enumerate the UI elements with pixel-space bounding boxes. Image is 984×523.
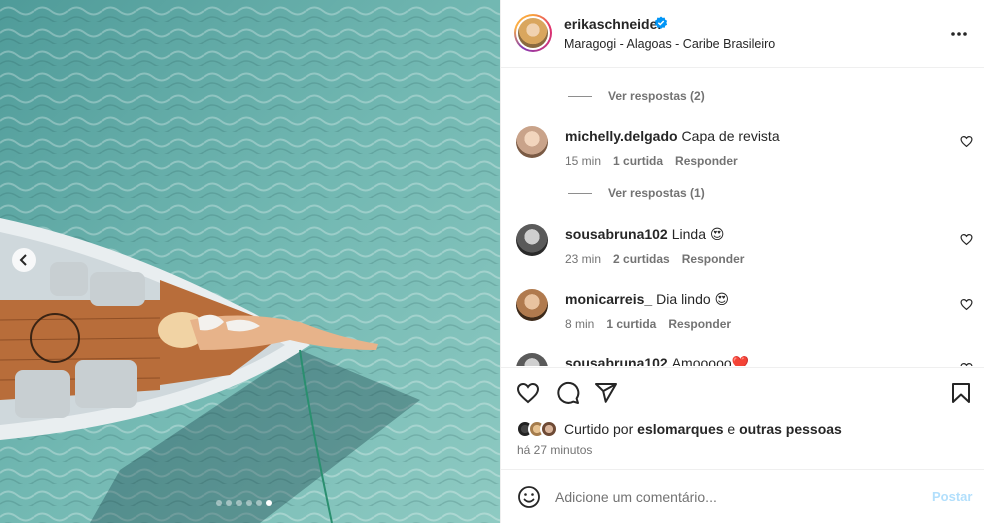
post-header: erikaschneider Maragogi - Alagoas - Cari… [501, 0, 984, 68]
view-replies-label: Ver respostas (1) [608, 186, 705, 200]
comment-text: Dia lindo 😍 [656, 291, 730, 307]
share-icon[interactable] [594, 381, 618, 405]
heart-icon[interactable] [960, 362, 973, 366]
bookmark-icon[interactable] [949, 381, 973, 405]
commenter-avatar[interactable] [516, 353, 548, 366]
liked-others[interactable]: outras pessoas [739, 421, 842, 437]
author-username[interactable]: erikaschneider [564, 16, 663, 32]
carousel-dot [256, 500, 262, 506]
verified-badge-icon [654, 16, 668, 29]
comment-likes[interactable]: 1 curtida [606, 317, 656, 331]
emoji-icon[interactable] [517, 485, 541, 509]
heart-icon[interactable] [516, 381, 540, 405]
comment-icon[interactable] [556, 381, 580, 405]
commenter-username[interactable]: sousabruna102 [565, 355, 668, 366]
heart-icon[interactable] [960, 233, 973, 246]
post-time[interactable]: há 27 minutos [517, 443, 592, 457]
comment-item: michelly.delgado Capa de revista 15 min 1… [501, 126, 984, 178]
commenter-username[interactable]: michelly.delgado [565, 128, 678, 144]
heart-icon[interactable] [960, 298, 973, 311]
chevron-left-icon [19, 254, 27, 266]
carousel-dot [246, 500, 252, 506]
comment-item: sousabruna102 Amooooo❤️ [501, 353, 984, 366]
comment-item: monicarreis_ Dia lindo 😍 8 min 1 curtida … [501, 289, 984, 341]
heart-icon[interactable] [960, 135, 973, 148]
post-side-panel: erikaschneider Maragogi - Alagoas - Cari… [500, 0, 984, 523]
comment-input[interactable] [555, 484, 915, 510]
commenter-avatar[interactable] [516, 224, 548, 256]
post-photo[interactable] [0, 0, 500, 523]
carousel-dot [226, 500, 232, 506]
more-options-icon[interactable] [949, 24, 969, 44]
comment-likes[interactable]: 1 curtida [613, 154, 663, 168]
commenter-avatar[interactable] [516, 289, 548, 321]
carousel-dot [236, 500, 242, 506]
post-comment-button[interactable]: Postar [932, 489, 972, 504]
liked-connector: e [727, 421, 736, 437]
carousel-prev-button[interactable] [12, 248, 36, 272]
comment-text: Capa de revista [681, 128, 780, 144]
carousel-dots [216, 500, 272, 506]
view-replies-button[interactable]: Ver respostas (2) [568, 88, 705, 104]
reply-button[interactable]: Responder [668, 317, 731, 331]
liked-by: Curtido por eslomarques e outras pessoas [516, 420, 842, 438]
comment-likes[interactable]: 2 curtidas [613, 252, 670, 266]
comment-text: Linda 😍 [671, 226, 725, 242]
liked-prefix: Curtido por [564, 421, 634, 437]
carousel-dot [216, 500, 222, 506]
commenter-username[interactable]: sousabruna102 [565, 226, 668, 242]
commenter-avatar[interactable] [516, 126, 548, 158]
comment-time: 23 min [565, 252, 602, 266]
author-avatar[interactable] [514, 14, 552, 52]
liker-avatar [540, 420, 558, 438]
view-replies-button[interactable]: Ver respostas (1) [568, 185, 705, 201]
comments-list[interactable]: Ver respostas (2) michelly.delgado Capa d… [501, 69, 984, 366]
carousel-dot [266, 500, 272, 506]
post-actions: Curtido por eslomarques e outras pessoas… [501, 367, 984, 469]
commenter-username[interactable]: monicarreis_ [565, 291, 652, 307]
liked-user[interactable]: eslomarques [637, 421, 723, 437]
post-location[interactable]: Maragogi - Alagoas - Caribe Brasileiro [564, 37, 775, 51]
view-replies-label: Ver respostas (2) [608, 89, 705, 103]
comment-composer: Postar [501, 469, 984, 523]
reply-button[interactable]: Responder [682, 252, 745, 266]
comment-time: 15 min [565, 154, 602, 168]
comment-item: sousabruna102 Linda 😍 23 min 2 curtidas R… [501, 224, 984, 276]
comment-text: Amooooo❤️ [671, 355, 750, 366]
reply-button[interactable]: Responder [675, 154, 738, 168]
beach-boat-image [0, 0, 500, 523]
comment-time: 8 min [565, 317, 595, 331]
